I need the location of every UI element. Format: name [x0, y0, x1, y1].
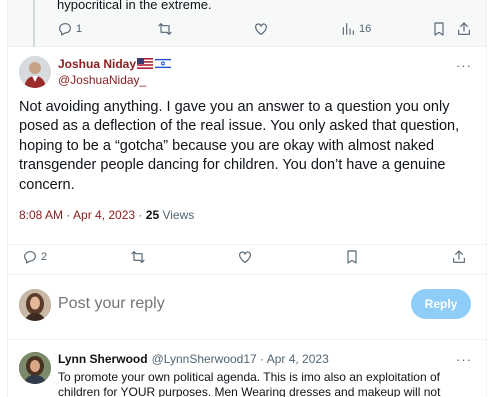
- reply-tweet[interactable]: Lynn Sherwood @LynnSherwood17 · Apr 4, 20…: [8, 341, 486, 397]
- avatar[interactable]: [19, 56, 51, 88]
- more-icon[interactable]: ···: [454, 57, 474, 73]
- thread-line: [33, 0, 35, 47]
- like-icon: [255, 23, 267, 35]
- previous-tweet[interactable]: hypocritical in the extreme. 1 16: [8, 0, 486, 47]
- tweet-actions: 2: [8, 244, 486, 268]
- like-icon: [239, 251, 251, 263]
- author-handle[interactable]: @JoshuaNiday_: [58, 73, 146, 87]
- reply-header: Lynn Sherwood @LynnSherwood17 · Apr 4, 20…: [58, 352, 329, 366]
- reply-button[interactable]: Reply: [411, 289, 471, 319]
- views-count: 25: [145, 208, 160, 222]
- us-flag-icon: [137, 58, 153, 69]
- share-action[interactable]: [451, 247, 467, 267]
- author-name[interactable]: Joshua Niday: [58, 57, 136, 71]
- bookmark-icon: [434, 22, 444, 36]
- reply-author-name[interactable]: Lynn Sherwood: [58, 352, 148, 366]
- tweet-timestamp[interactable]: 8:08 AM · Apr 4, 2023: [19, 208, 135, 222]
- more-icon[interactable]: ···: [454, 351, 474, 367]
- avatar-photo: [19, 56, 51, 88]
- bookmark-action[interactable]: [344, 247, 360, 267]
- views-label: Views: [162, 208, 195, 222]
- retweet-action[interactable]: [157, 19, 173, 39]
- reply-icon: [59, 23, 71, 36]
- tweet-text: Not avoiding anything. I gave you an ans…: [19, 99, 460, 193]
- previous-tweet-text: hypocritical in the extreme.: [57, 0, 212, 12]
- share-icon: [458, 22, 470, 35]
- tweet-meta: 8:08 AM · Apr 4, 2023 · 25 Views: [19, 208, 194, 222]
- avatar[interactable]: [19, 289, 51, 321]
- avatar-photo: [19, 352, 51, 384]
- reply-text: To promote your own political agenda. Th…: [58, 370, 441, 397]
- like-action[interactable]: [237, 247, 253, 267]
- retweet-action[interactable]: [130, 247, 146, 267]
- reply-handle-date[interactable]: @LynnSherwood17 · Apr 4, 2023: [152, 352, 329, 366]
- reply-count: 1: [76, 23, 83, 35]
- meta-separator: ·: [138, 208, 143, 222]
- like-action[interactable]: [253, 19, 269, 39]
- share-icon: [453, 250, 465, 263]
- bookmark-icon: [347, 250, 357, 264]
- previous-tweet-actions: 1 16: [57, 19, 486, 39]
- avatar[interactable]: [19, 352, 51, 384]
- bookmark-action[interactable]: [431, 19, 447, 39]
- reply-icon: [24, 251, 36, 264]
- retweet-icon: [158, 23, 172, 35]
- reply-action[interactable]: 2: [22, 247, 47, 267]
- retweet-icon: [131, 251, 145, 263]
- reply-composer: Reply: [8, 276, 486, 340]
- views-action[interactable]: 16: [340, 19, 371, 39]
- avatar-photo: [19, 289, 51, 321]
- reply-action[interactable]: 1: [57, 19, 82, 39]
- main-tweet: Joshua Niday @JoshuaNiday_ ··· Not avoid…: [8, 47, 486, 275]
- israel-flag-icon: [155, 58, 171, 69]
- share-action[interactable]: [456, 19, 472, 39]
- views-count: 16: [359, 23, 372, 35]
- reply-count: 2: [41, 251, 48, 263]
- views-icon: [342, 23, 354, 35]
- reply-input[interactable]: [58, 292, 398, 316]
- timeline-frame: hypocritical in the extreme. 1 16 Joshua…: [7, 0, 487, 397]
